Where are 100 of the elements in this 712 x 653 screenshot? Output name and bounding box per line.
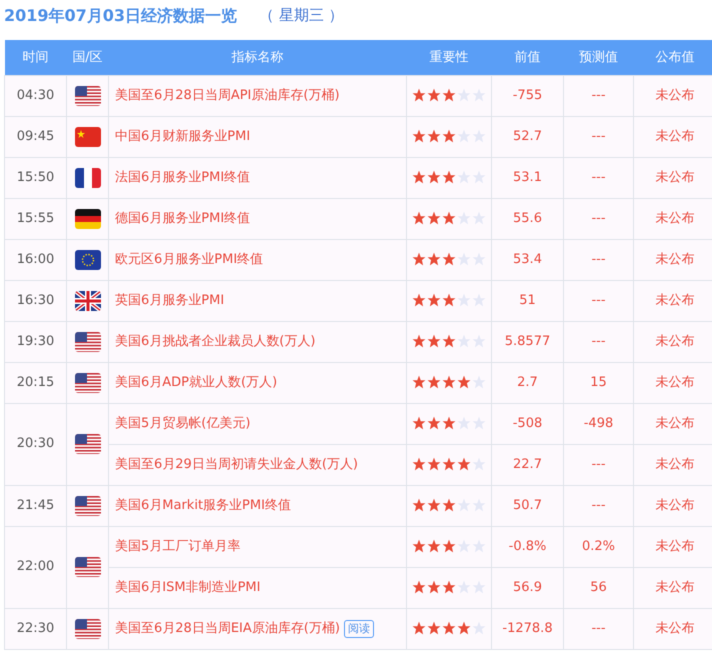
star-icon	[427, 129, 441, 144]
flag-icon	[74, 618, 100, 638]
event-time: 16:30	[4, 280, 66, 321]
column-header: 前值	[492, 40, 564, 75]
star-icon	[472, 621, 486, 636]
star-icon	[412, 334, 426, 348]
actual-value: 未公布	[634, 198, 712, 239]
event-name[interactable]: 德国6月服务业PMI终值	[115, 210, 250, 226]
actual-value: 未公布	[634, 116, 712, 157]
flag-icon	[74, 126, 100, 146]
flag-icon	[74, 372, 100, 392]
star-icon	[442, 375, 456, 390]
star-icon	[472, 211, 486, 226]
flag-icon	[74, 86, 100, 106]
previous-value: 2.7	[492, 362, 564, 403]
star-icon	[472, 170, 486, 184]
event-time: 22:00	[4, 526, 66, 608]
flag-icon	[74, 496, 100, 516]
star-icon	[457, 539, 471, 554]
flag-icon	[74, 208, 100, 228]
previous-value: -755	[492, 75, 564, 116]
star-icon	[412, 457, 426, 472]
flag-icon	[74, 557, 100, 577]
previous-value: -1278.8	[492, 608, 564, 649]
flag-icon	[74, 434, 100, 454]
star-icon	[427, 539, 441, 554]
event-time: 16:00	[4, 239, 66, 280]
forecast-value: ---	[564, 485, 634, 526]
star-icon	[457, 129, 471, 144]
star-icon	[412, 498, 426, 512]
star-icon	[472, 539, 486, 554]
forecast-value: ---	[564, 75, 634, 116]
star-icon	[427, 252, 441, 266]
star-icon	[412, 416, 426, 430]
previous-value: 53.1	[492, 157, 564, 198]
actual-value: 未公布	[634, 280, 712, 321]
star-icon	[472, 498, 486, 512]
star-icon	[412, 580, 426, 594]
event-time: 21:45	[4, 485, 66, 526]
event-name[interactable]: 中国6月财新服务业PMI	[115, 128, 250, 144]
forecast-value: ---	[564, 116, 634, 157]
flag-icon	[74, 250, 100, 270]
star-icon	[457, 580, 471, 594]
star-icon	[442, 539, 456, 554]
actual-value: 未公布	[634, 403, 712, 444]
star-icon	[442, 129, 456, 144]
read-tag[interactable]: 阅读	[344, 620, 374, 638]
actual-value: 未公布	[634, 362, 712, 403]
event-name[interactable]: 美国至6月28日当周EIA原油库存(万桶)	[115, 620, 340, 636]
forecast-value: ---	[564, 198, 634, 239]
event-name[interactable]: 美国6月ISM非制造业PMI	[115, 580, 260, 595]
forecast-value: 0.2%	[564, 526, 634, 567]
star-icon	[457, 498, 471, 512]
event-name[interactable]: 美国5月贸易帐(亿美元)	[115, 416, 250, 431]
star-icon	[457, 621, 471, 636]
event-name[interactable]: 英国6月服务业PMI	[115, 292, 224, 308]
star-icon	[427, 334, 441, 348]
star-icon	[427, 170, 441, 184]
star-icon	[427, 211, 441, 226]
column-header: 指标名称	[108, 40, 406, 75]
actual-value: 未公布	[634, 239, 712, 280]
star-icon	[412, 211, 426, 226]
forecast-value: 56	[564, 567, 634, 608]
star-icon	[442, 252, 456, 266]
star-icon	[427, 498, 441, 512]
star-icon	[427, 416, 441, 430]
star-icon	[427, 375, 441, 390]
forecast-value: 15	[564, 362, 634, 403]
flag-icon	[74, 290, 100, 310]
actual-value: 未公布	[634, 608, 712, 649]
star-icon	[442, 621, 456, 636]
star-icon	[457, 211, 471, 226]
star-icon	[412, 293, 426, 308]
star-icon	[457, 334, 471, 348]
star-icon	[442, 416, 456, 430]
star-icon	[427, 293, 441, 308]
actual-value: 未公布	[634, 75, 712, 116]
star-icon	[457, 416, 471, 430]
forecast-value: ---	[564, 608, 634, 649]
actual-value: 未公布	[634, 444, 712, 485]
star-icon	[457, 252, 471, 266]
star-icon	[472, 580, 486, 594]
star-icon	[472, 375, 486, 390]
actual-value: 未公布	[634, 485, 712, 526]
forecast-value: -498	[564, 403, 634, 444]
event-time: 09:45	[4, 116, 66, 157]
forecast-value: ---	[564, 239, 634, 280]
star-icon	[457, 170, 471, 184]
event-name[interactable]: 欧元区6月服务业PMI终值	[115, 252, 264, 267]
event-name[interactable]: 法国6月服务业PMI终值	[115, 170, 250, 185]
previous-value: 50.7	[492, 485, 564, 526]
star-icon	[442, 170, 456, 184]
star-icon	[442, 580, 456, 594]
previous-value: -0.8%	[492, 526, 564, 567]
event-name[interactable]: 美国5月工厂订单月率	[115, 538, 240, 554]
event-time: 20:15	[4, 362, 66, 403]
forecast-value: ---	[564, 444, 634, 485]
star-icon	[457, 293, 471, 308]
star-icon	[442, 88, 456, 102]
star-icon	[457, 375, 471, 390]
